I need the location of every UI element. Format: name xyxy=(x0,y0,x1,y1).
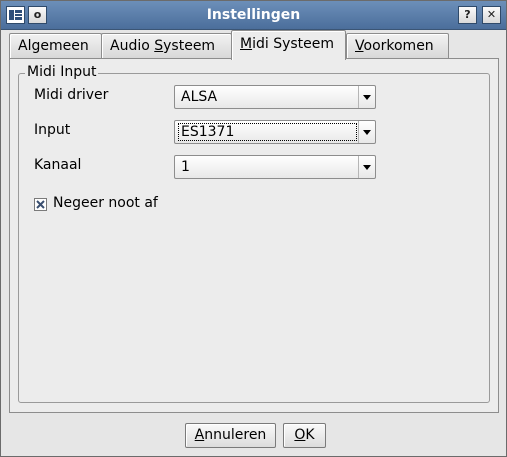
midi-driver-combo[interactable]: ALSA xyxy=(174,85,376,109)
input-value: ES1371 xyxy=(178,123,357,141)
dropdown-arrow-icon[interactable] xyxy=(358,86,375,108)
window-title: Instellingen xyxy=(206,7,301,23)
input-combo[interactable]: ES1371 xyxy=(174,120,376,144)
tab-audio-systeem[interactable]: Audio Systeem xyxy=(101,33,232,58)
negeer-noot-af-checkbox[interactable] xyxy=(34,198,47,211)
kanaal-combo[interactable]: 1 xyxy=(174,155,376,179)
group-title: Midi Input xyxy=(25,64,99,80)
negeer-noot-af-label: Negeer noot af xyxy=(53,195,158,211)
input-label: Input xyxy=(34,122,71,138)
settings-window: o Instellingen ? ✕ Algemeen Audio Systee… xyxy=(0,0,507,457)
tab-algemeen[interactable]: Algemeen xyxy=(9,33,102,58)
dropdown-arrow-icon[interactable] xyxy=(358,121,375,143)
midi-driver-value: ALSA xyxy=(181,89,218,105)
close-button[interactable]: ✕ xyxy=(482,6,501,24)
tab-voorkomen[interactable]: Voorkomen xyxy=(346,33,449,58)
check-icon xyxy=(36,200,45,209)
help-button[interactable]: ? xyxy=(458,6,477,24)
kanaal-value: 1 xyxy=(181,159,190,175)
cancel-button[interactable]: Annuleren xyxy=(185,423,276,448)
kanaal-label: Kanaal xyxy=(34,157,82,173)
midi-driver-label: Midi driver xyxy=(34,87,109,103)
ok-button[interactable]: OK xyxy=(283,423,326,448)
midi-input-group: Midi Input Midi driver ALSA Input ES1371… xyxy=(18,64,490,403)
tab-midi-systeem[interactable]: Midi Systeem xyxy=(231,30,346,60)
dropdown-arrow-icon[interactable] xyxy=(358,156,375,178)
title-bar[interactable]: o Instellingen ? ✕ xyxy=(1,1,506,30)
tab-panel: Midi Input Midi driver ALSA Input ES1371… xyxy=(9,58,499,413)
